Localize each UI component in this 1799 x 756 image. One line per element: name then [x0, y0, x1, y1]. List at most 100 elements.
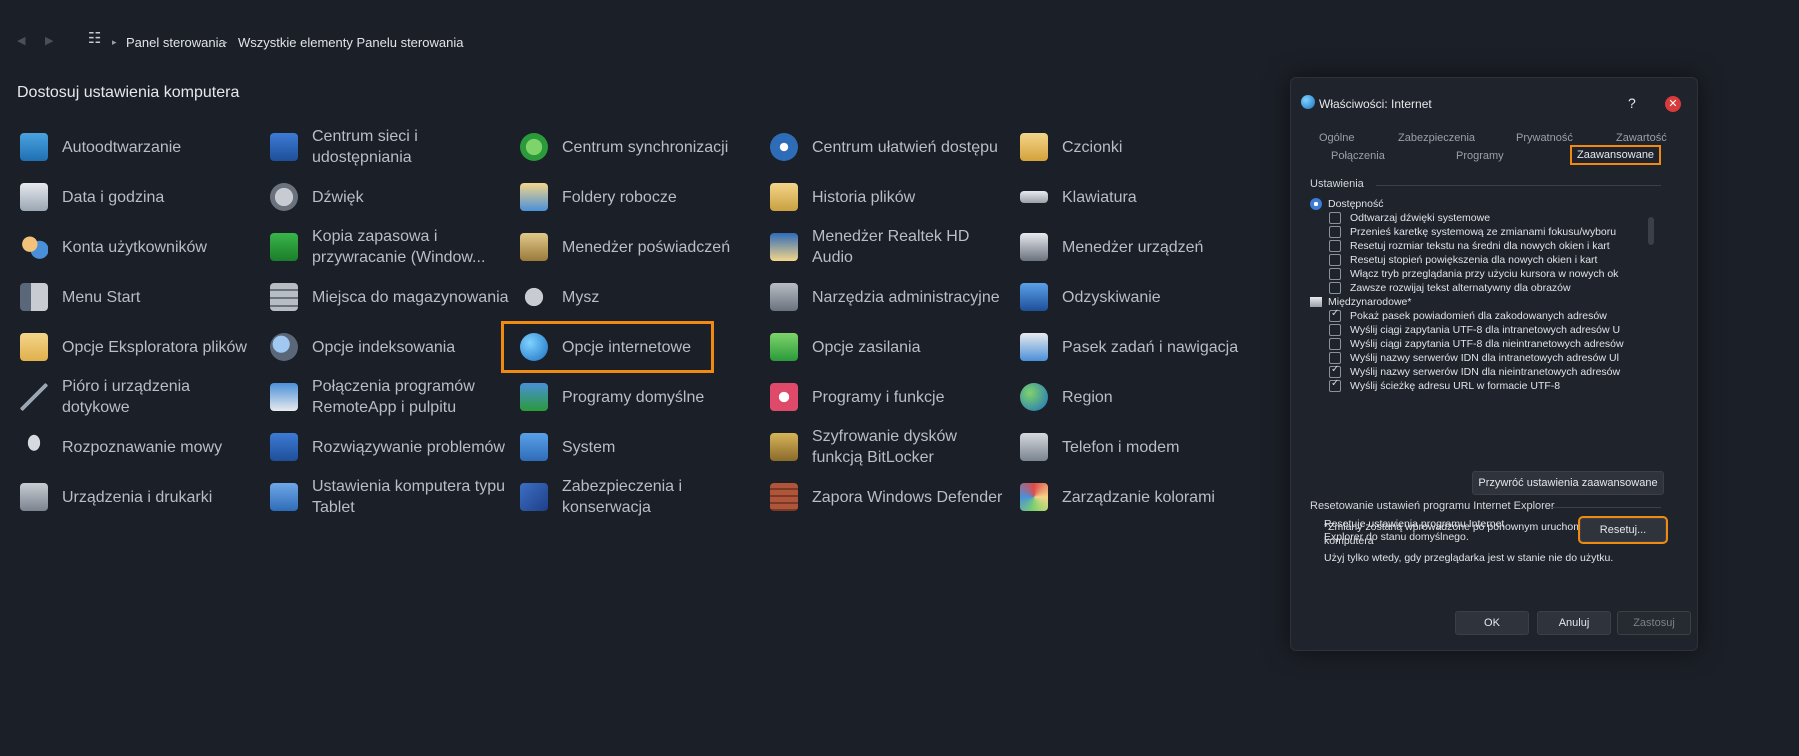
control-panel-item[interactable]: Opcje Eksploratora plików — [17, 322, 262, 372]
settings-option[interactable]: Pokaż pasek powiadomień dla zakodowanych… — [1329, 308, 1607, 322]
control-panel-item[interactable]: Menu Start — [17, 272, 262, 322]
tab-security[interactable]: Zabezpieczenia — [1398, 132, 1475, 144]
checkbox[interactable] — [1329, 324, 1341, 336]
control-panel-item[interactable]: Zabezpieczenia i konserwacja — [517, 472, 762, 522]
default-programs-icon — [517, 380, 551, 414]
settings-option[interactable]: Wyślij nazwy serwerów IDN dla nieintrane… — [1329, 364, 1620, 378]
sync-icon — [520, 133, 548, 161]
tab-programs[interactable]: Programy — [1456, 150, 1504, 162]
tab-content[interactable]: Zawartość — [1616, 132, 1667, 144]
control-panel-item-label: Odzyskiwanie — [1062, 288, 1161, 306]
scrollbar-thumb[interactable] — [1648, 217, 1654, 245]
settings-option[interactable]: Wyślij nazwy serwerów IDN dla intranetow… — [1329, 352, 1619, 364]
checkbox[interactable] — [1329, 282, 1341, 294]
settings-tree[interactable]: Dostępność Odtwarzaj dźwięki systemowe Prz… — [1310, 198, 1628, 508]
control-panel-item[interactable]: Odzyskiwanie — [1017, 272, 1262, 322]
breadcrumb-control-panel[interactable]: Panel sterowania — [126, 35, 226, 50]
color-management-icon — [1017, 480, 1051, 514]
control-panel-item[interactable]: Pasek zadań i nawigacja — [1017, 322, 1262, 372]
settings-option[interactable]: Przenieś karetkę systemową ze zmianami f… — [1329, 226, 1616, 238]
control-panel-item-label: Zabezpieczenia i konserwacja — [562, 478, 683, 516]
checkbox[interactable] — [1329, 240, 1341, 252]
control-panel-item[interactable]: Szyfrowanie dysków funkcją BitLocker — [767, 422, 1012, 472]
breadcrumb-all-items[interactable]: Wszystkie elementy Panelu sterowania — [238, 35, 463, 50]
settings-option[interactable]: Odtwarzaj dźwięki systemowe — [1329, 212, 1490, 224]
checkbox[interactable] — [1329, 254, 1341, 266]
tab-general[interactable]: Ogólne — [1319, 132, 1354, 144]
control-panel-item[interactable]: Połączenia programów RemoteApp i pulpitu — [267, 372, 512, 422]
checkbox[interactable] — [1329, 212, 1341, 224]
control-panel-item[interactable]: Narzędzia administracyjne — [767, 272, 1012, 322]
back-arrow-icon[interactable]: ◀ — [17, 34, 25, 47]
control-panel-item[interactable]: Data i godzina — [17, 172, 262, 222]
control-panel-item[interactable]: Dźwięk — [267, 172, 512, 222]
control-panel-item[interactable]: Zarządzanie kolorami — [1017, 472, 1262, 522]
checkbox[interactable] — [1329, 268, 1341, 280]
close-icon[interactable]: ✕ — [1665, 96, 1681, 112]
settings-option[interactable]: Resetuj stopień powiększenia dla nowych … — [1329, 254, 1597, 266]
tab-privacy[interactable]: Prywatność — [1516, 132, 1573, 144]
control-panel-item[interactable]: Menedżer Realtek HD Audio — [767, 222, 1012, 272]
control-panel-item[interactable]: Opcje indeksowania — [267, 322, 512, 372]
help-button[interactable]: ? — [1628, 95, 1636, 111]
control-panel-item[interactable]: Menedżer urządzeń — [1017, 222, 1262, 272]
control-panel-item[interactable]: Autoodtwarzanie — [17, 122, 262, 172]
remoteapp-icon — [270, 383, 298, 411]
checkbox[interactable] — [1329, 352, 1341, 364]
control-panel-item[interactable]: Opcje zasilania — [767, 322, 1012, 372]
tab-advanced[interactable]: Zaawansowane — [1569, 145, 1662, 165]
settings-option[interactable]: Resetuj rozmiar tekstu na średni dla now… — [1329, 240, 1610, 252]
control-panel-item[interactable]: Klawiatura — [1017, 172, 1262, 222]
checkbox[interactable] — [1329, 226, 1341, 238]
control-panel-item[interactable]: Menedżer poświadczeń — [517, 222, 762, 272]
control-panel-item-label: Dźwięk — [312, 188, 364, 206]
settings-option[interactable]: Wyślij ciągi zapytania UTF-8 dla intrane… — [1329, 324, 1620, 336]
control-panel-item[interactable]: Centrum ułatwień dostępu — [767, 122, 1012, 172]
control-panel-item[interactable]: Miejsca do magazynowania — [267, 272, 512, 322]
control-panel-item[interactable]: Pióro i urządzenia dotykowe — [17, 372, 262, 422]
settings-option[interactable]: Wyślij ciągi zapytania UTF-8 dla nieintr… — [1329, 338, 1624, 350]
control-panel-item[interactable]: Centrum synchronizacji — [517, 122, 762, 172]
control-panel-item[interactable]: Konta użytkowników — [17, 222, 262, 272]
control-panel-item[interactable]: Kopia zapasowa i przywracanie (Window... — [267, 222, 512, 272]
control-panel-item[interactable]: Foldery robocze — [517, 172, 762, 222]
control-panel-item[interactable]: Programy domyślne — [517, 372, 762, 422]
folder-options-icon — [20, 333, 48, 361]
control-panel-item[interactable]: Urządzenia i drukarki — [17, 472, 262, 522]
settings-option[interactable]: Zawsze rozwijaj tekst alternatywny dla o… — [1329, 282, 1571, 294]
control-panel-item[interactable]: Centrum sieci i udostępniania — [267, 122, 512, 172]
control-panel-item[interactable]: Historia plików — [767, 172, 1012, 222]
tab-connections[interactable]: Połączenia — [1331, 150, 1385, 162]
settings-option[interactable]: Włącz tryb przeglądania przy użyciu kurs… — [1329, 268, 1618, 280]
control-panel-item[interactable]: Telefon i modem — [1017, 422, 1262, 472]
accessibility-icon — [1310, 198, 1322, 210]
control-panel-item[interactable]: Opcje internetowe — [501, 321, 714, 373]
ok-button[interactable]: OK — [1455, 611, 1529, 635]
checkbox[interactable] — [1329, 338, 1341, 350]
work-folders-icon — [520, 183, 548, 211]
forward-arrow-icon[interactable]: ▶ — [45, 34, 53, 47]
control-panel-item-label: Rozpoznawanie mowy — [62, 438, 223, 456]
settings-option[interactable]: Wyślij ścieżkę adresu URL w formacie UTF… — [1329, 378, 1560, 392]
control-panel-item[interactable]: Zapora Windows Defender — [767, 472, 1012, 522]
control-panel-item[interactable]: Rozpoznawanie mowy — [17, 422, 262, 472]
restore-advanced-button[interactable]: Przywróć ustawienia zaawansowane — [1472, 471, 1664, 495]
admin-tools-icon — [770, 283, 798, 311]
checkbox[interactable] — [1329, 364, 1341, 378]
checkbox[interactable] — [1329, 308, 1341, 322]
apply-button[interactable]: Zastosuj — [1617, 611, 1691, 635]
control-panel-item[interactable]: System — [517, 422, 762, 472]
chevron-right-icon: ▸ — [112, 37, 117, 47]
control-panel-item[interactable]: Mysz — [517, 272, 762, 322]
cancel-button[interactable]: Anuluj — [1537, 611, 1611, 635]
control-panel-item-label: Konta użytkowników — [62, 238, 207, 256]
control-panel-item[interactable]: Rozwiązywanie problemów — [267, 422, 512, 472]
settings-option-label: Pokaż pasek powiadomień dla zakodowanych… — [1350, 310, 1607, 322]
reset-button[interactable]: Resetuj... — [1578, 516, 1668, 544]
settings-label: Ustawienia — [1310, 178, 1364, 190]
checkbox[interactable] — [1329, 378, 1341, 392]
control-panel-item[interactable]: Region — [1017, 372, 1262, 422]
control-panel-item[interactable]: Programy i funkcje — [767, 372, 1012, 422]
control-panel-item[interactable]: Czcionki — [1017, 122, 1262, 172]
control-panel-item[interactable]: Ustawienia komputera typu Tablet — [267, 472, 512, 522]
